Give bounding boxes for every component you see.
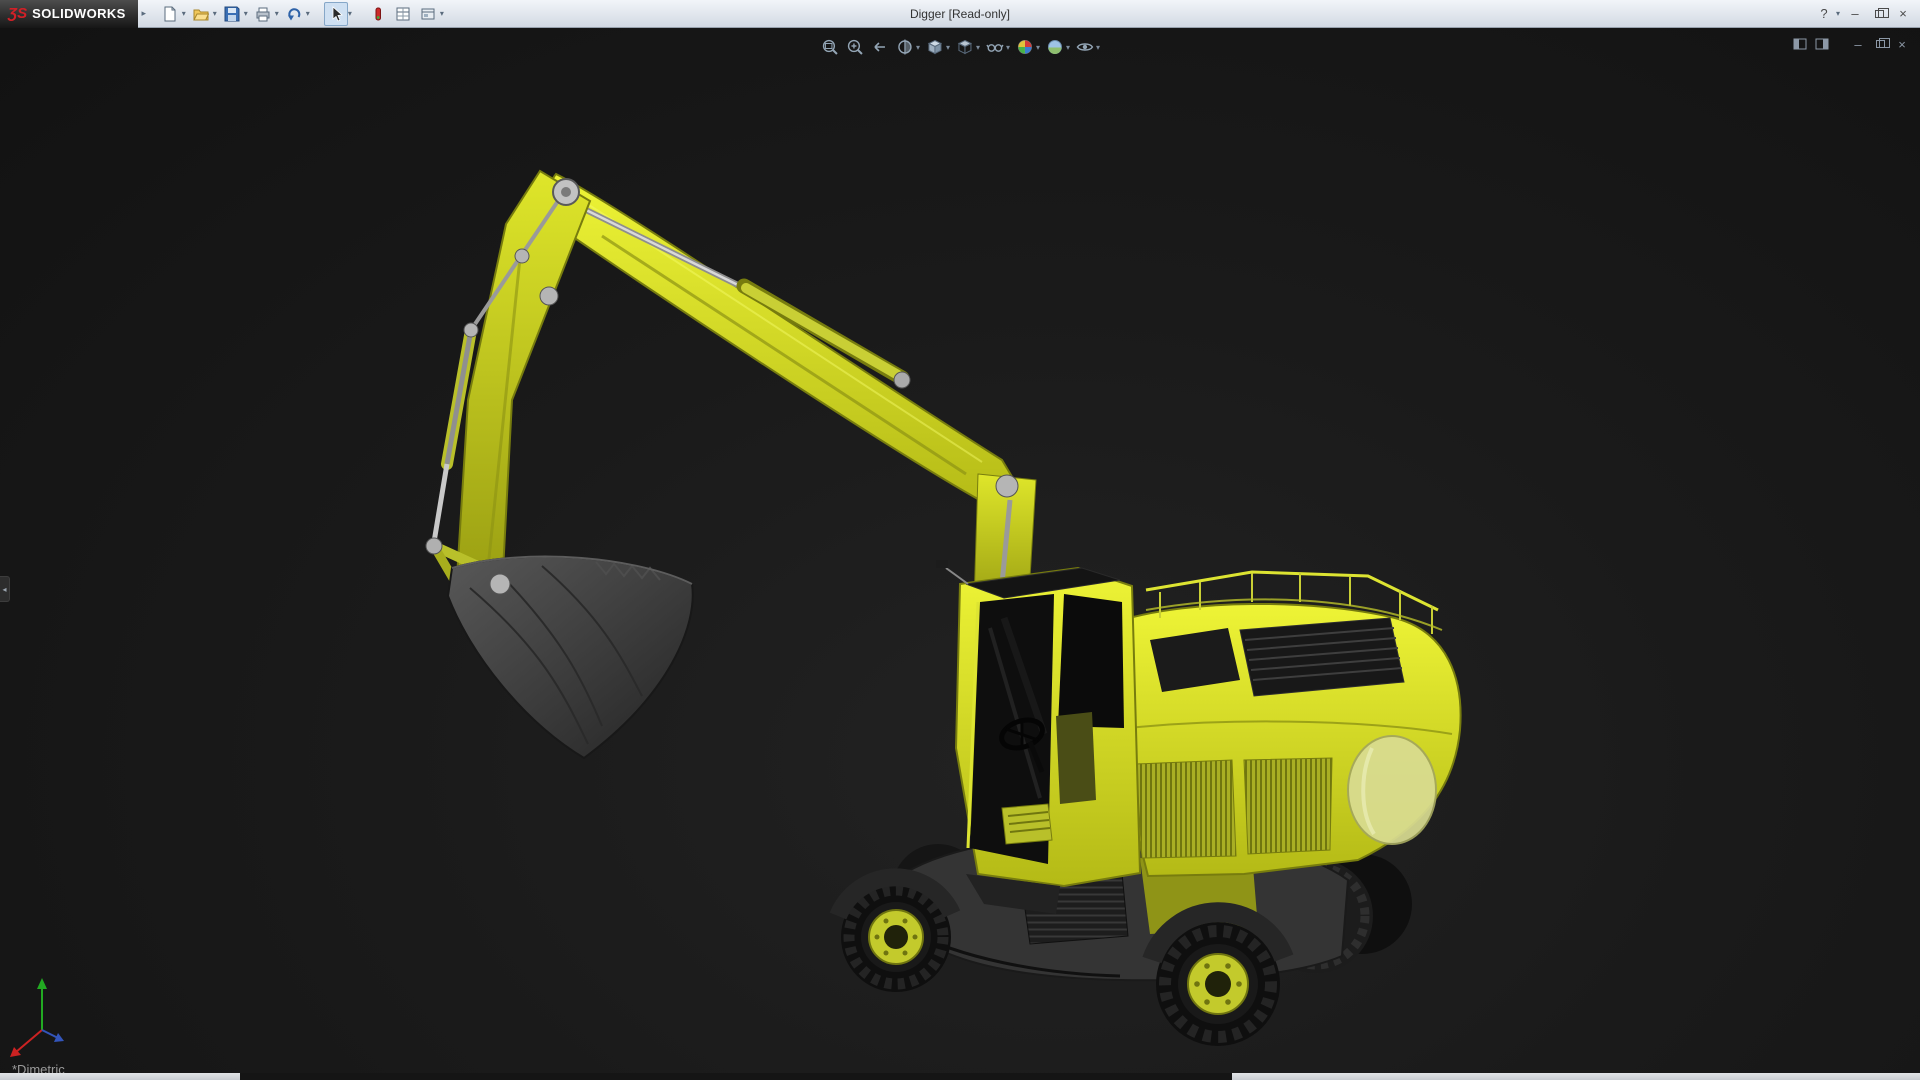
heads-up-toolbar: ▾ ▾ ▾ ▾ ▾ ▾ ▾ (818, 36, 1102, 58)
document-minimize-button[interactable]: – (1850, 36, 1866, 52)
previous-view-button[interactable] (868, 36, 892, 58)
options-icon (421, 8, 435, 19)
restore-icon (1874, 7, 1889, 18)
mirror (936, 560, 948, 568)
view-settings-dropdown[interactable]: ▾ (1096, 43, 1100, 52)
section-view-button[interactable] (893, 36, 917, 58)
display-style-icon (957, 39, 973, 55)
toggle-right-pane-button[interactable] (1814, 36, 1830, 52)
menu-expand-arrow[interactable]: ▸ (138, 8, 150, 19)
seat (1056, 712, 1096, 804)
zoom-area-icon (847, 39, 863, 55)
options-dropdown[interactable]: ▾ (440, 9, 444, 18)
print-icon (256, 7, 270, 21)
previous-view-icon (874, 42, 885, 52)
section-view-icon (898, 39, 912, 55)
maximize-button[interactable] (1868, 5, 1890, 23)
select-tool-dropdown[interactable]: ▾ (348, 9, 352, 18)
save-button[interactable] (220, 2, 244, 26)
view-settings-button[interactable] (1073, 36, 1097, 58)
design-table-icon (396, 7, 410, 20)
new-document-dropdown[interactable]: ▾ (182, 9, 186, 18)
display-style-button[interactable] (953, 36, 977, 58)
bottom-strip-left (0, 1073, 240, 1080)
save-icon (224, 6, 240, 21)
excavator-model[interactable] (0, 28, 1920, 1080)
help-dropdown[interactable]: ▾ (1836, 9, 1840, 18)
zoom-to-fit-button[interactable] (818, 36, 842, 58)
new-document-button[interactable] (158, 2, 182, 26)
edit-appearance-button[interactable] (1013, 36, 1037, 58)
document-close-button[interactable]: × (1894, 36, 1910, 52)
zoom-to-area-button[interactable] (843, 36, 867, 58)
rebuild-stoplight-icon (375, 7, 381, 20)
select-tool-button[interactable] (323, 1, 348, 26)
stick-arm[interactable] (454, 169, 592, 596)
solidworks-logo: ƷS SOLIDWORKS (0, 0, 138, 28)
close-button[interactable]: × (1892, 5, 1914, 23)
rebuild-button[interactable] (366, 2, 390, 26)
graphics-area[interactable]: ▾ ▾ ▾ ▾ ▾ ▾ ▾ – × ◂ *Dimetric (0, 28, 1920, 1080)
options-button[interactable] (416, 2, 440, 26)
minimize-button[interactable]: – (1844, 5, 1866, 23)
appearance-ball-icon (1018, 40, 1033, 54)
mirror-arm (945, 567, 969, 585)
open-folder-icon (192, 9, 209, 20)
view-orientation-cube-icon (927, 39, 943, 55)
design-table-button[interactable] (391, 2, 415, 26)
undo-button[interactable] (282, 2, 306, 26)
solidworks-logo-text: SOLIDWORKS (32, 6, 126, 21)
print-button[interactable] (251, 2, 275, 26)
bucket[interactable] (446, 555, 694, 760)
window-controls: ? ▾ – × (1813, 5, 1920, 23)
solidworks-window: ƷS SOLIDWORKS ▸ ▾ ▾ ▾ ▾ ▾ ▾ ▾ Digger [Re… (0, 0, 1920, 1080)
select-cursor-icon (332, 5, 343, 22)
document-restore-button[interactable] (1872, 36, 1890, 52)
help-button[interactable]: ? (1813, 5, 1835, 23)
open-dropdown[interactable]: ▾ (213, 9, 217, 18)
new-document-icon (164, 6, 176, 21)
feature-panel-collapse-tab[interactable]: ◂ (0, 576, 10, 602)
view-settings-eye-icon (1076, 43, 1094, 51)
apply-scene-dropdown[interactable]: ▾ (1066, 43, 1070, 52)
edit-appearance-dropdown[interactable]: ▾ (1036, 43, 1040, 52)
hide-show-items-dropdown[interactable]: ▾ (1006, 43, 1010, 52)
save-dropdown[interactable]: ▾ (244, 9, 248, 18)
scene-globe-icon (1048, 40, 1063, 54)
undo-dropdown[interactable]: ▾ (306, 9, 310, 18)
mid-pivot-joint[interactable] (539, 286, 559, 306)
bottom-strip-right (1232, 1073, 1920, 1080)
pane-left-icon (1793, 38, 1807, 50)
hide-show-items-button[interactable] (983, 36, 1007, 58)
side-window (1058, 594, 1124, 728)
solidworks-logo-icon: ƷS (8, 5, 28, 22)
hide-show-glasses-icon (986, 44, 1004, 52)
zoom-fit-icon (822, 39, 838, 55)
bottom-strip-middle (240, 1073, 1232, 1080)
engine-vent[interactable] (1239, 617, 1405, 697)
window-title: Digger [Read-only] (909, 6, 1011, 21)
standard-toolbar: ▾ ▾ ▾ ▾ ▾ ▾ ▾ (158, 1, 446, 26)
document-window-controls: – × (1792, 36, 1910, 52)
toggle-left-pane-button[interactable] (1792, 36, 1808, 52)
view-orientation-button[interactable] (923, 36, 947, 58)
titlebar: ƷS SOLIDWORKS ▸ ▾ ▾ ▾ ▾ ▾ ▾ ▾ Digger [Re… (0, 0, 1920, 28)
document-restore-icon (1875, 38, 1890, 48)
orientation-triad[interactable] (10, 978, 64, 1057)
open-button[interactable] (189, 2, 213, 26)
top-pivot-pin (561, 187, 571, 197)
section-view-dropdown[interactable]: ▾ (916, 43, 920, 52)
undo-icon (287, 7, 301, 20)
view-orientation-dropdown[interactable]: ▾ (946, 43, 950, 52)
end-tank-window[interactable] (1347, 735, 1437, 845)
print-dropdown[interactable]: ▾ (275, 9, 279, 18)
bottom-strip (0, 1073, 1920, 1080)
apply-scene-button[interactable] (1043, 36, 1067, 58)
display-style-dropdown[interactable]: ▾ (976, 43, 980, 52)
pane-right-icon (1815, 38, 1829, 50)
